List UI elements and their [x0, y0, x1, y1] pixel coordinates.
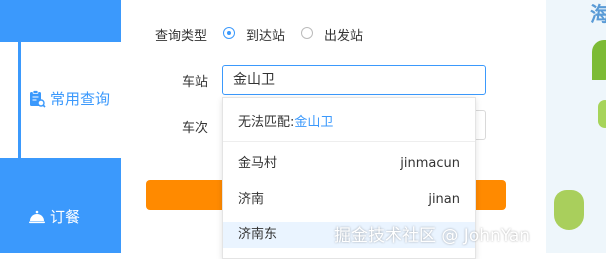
sidebar-item-label: 常用查询 [50, 90, 111, 108]
train-label: 车次 [182, 121, 209, 136]
radio-arrival-station[interactable] [223, 27, 235, 39]
dropdown-item[interactable]: 济南 jinan [223, 187, 475, 213]
dropdown-divider [223, 141, 475, 142]
leaf-decoration [598, 100, 606, 128]
sidebar-item-common-query[interactable]: 常用查询 [0, 42, 121, 158]
radio-departure-label[interactable]: 出发站 [324, 25, 363, 44]
clipboard-search-icon [30, 89, 46, 108]
radio-arrival-label[interactable]: 到达站 [246, 25, 285, 44]
watermark: 掘金技术社区 @ JohnYan [334, 226, 531, 246]
fruit-decoration [554, 190, 584, 230]
no-match-value: 金山卫 [294, 115, 334, 130]
food-cloche-icon [29, 210, 45, 223]
station-label: 车站 [182, 75, 209, 90]
station-pinyin: jinan [428, 192, 460, 207]
radio-departure-station[interactable] [301, 27, 313, 39]
right-decoration: 海 [546, 0, 606, 253]
station-name: 济南东 [238, 227, 278, 242]
sidebar-item-order-food[interactable]: 订餐 [0, 200, 121, 230]
station-pinyin: jinmacun [400, 156, 460, 171]
dropdown-item[interactable]: 金马村 jinmacun [223, 151, 475, 177]
no-match-message: 无法匹配:金山卫 [238, 111, 333, 130]
sidebar-item-label: 订餐 [50, 208, 81, 226]
no-match-prefix: 无法匹配: [238, 115, 295, 130]
query-type-label: 查询类型 [155, 29, 208, 44]
station-input[interactable]: 金山卫 [222, 65, 486, 95]
station-name: 济南 [238, 192, 265, 207]
station-name: 金马村 [238, 156, 278, 171]
leaf-decoration [592, 40, 606, 80]
brand-logo: 海 [590, 2, 606, 26]
sidebar: 常用查询 订餐 [0, 0, 121, 253]
